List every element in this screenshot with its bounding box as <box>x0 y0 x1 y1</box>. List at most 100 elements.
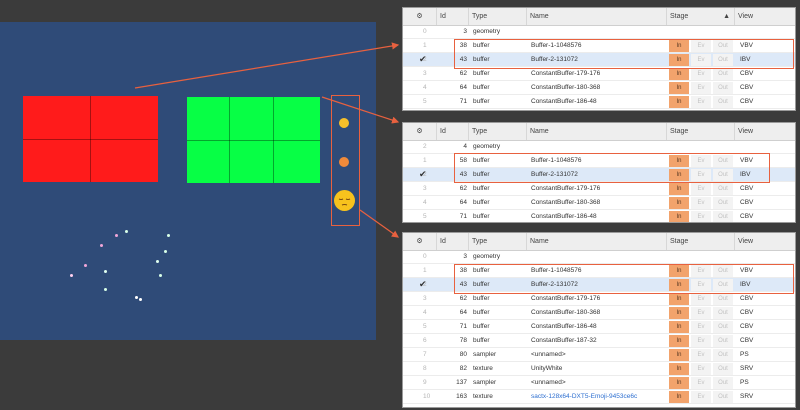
stage-ev-toggle[interactable]: Ev <box>691 391 711 403</box>
particle <box>115 234 118 237</box>
gear-icon[interactable]: ⚙ <box>403 8 437 25</box>
stage-out-toggle[interactable]: Out <box>713 349 733 361</box>
stage-out-toggle[interactable]: Out <box>713 377 733 389</box>
row-name <box>531 250 665 263</box>
table-row[interactable]: 3 62 buffer ConstantBuffer-179-176 In Ev Out CB… <box>403 292 795 306</box>
stage-in-toggle[interactable]: In <box>669 211 689 222</box>
row-index: 1 <box>423 157 427 164</box>
col-id[interactable]: Id <box>437 8 469 25</box>
stage-in-toggle[interactable]: In <box>669 377 689 389</box>
stage-in-toggle[interactable]: In <box>669 197 689 209</box>
table-row[interactable]: 3 62 buffer ConstantBuffer-179-176 In Ev Out CB… <box>403 182 795 196</box>
stage-ev-toggle[interactable]: Ev <box>691 183 711 195</box>
col-stage-label: Stage <box>670 13 689 20</box>
table-row[interactable]: 9 137 sampler <unnamed> In Ev Out PS <box>403 376 795 390</box>
row-index: 2 <box>423 143 427 150</box>
table-row[interactable]: 4 64 buffer ConstantBuffer-180-368 In Ev Out CB… <box>403 81 795 95</box>
stage-ev-toggle[interactable]: Ev <box>691 335 711 347</box>
stage-in-toggle[interactable]: In <box>669 335 689 347</box>
col-view[interactable]: View <box>735 123 795 140</box>
stage-out-toggle[interactable]: Out <box>713 183 733 195</box>
col-view[interactable]: View <box>735 233 795 250</box>
stage-out-toggle[interactable]: Out <box>713 197 733 209</box>
col-name[interactable]: Name <box>527 123 667 140</box>
row-name: sactx-128x64-DXT5-Emoji-9453ce6c <box>531 393 638 400</box>
col-name[interactable]: Name <box>527 233 667 250</box>
table-row[interactable]: 4 64 buffer ConstantBuffer-180-368 In Ev Out CB… <box>403 306 795 320</box>
stage-in-toggle[interactable]: In <box>669 293 689 305</box>
stage-ev-toggle[interactable]: Ev <box>691 211 711 222</box>
stage-out-toggle[interactable]: Out <box>713 96 733 108</box>
stage-ev-toggle[interactable]: Ev <box>691 293 711 305</box>
stage-ev-toggle[interactable]: Ev <box>691 349 711 361</box>
table-row[interactable]: 6 78 buffer ConstantBuffer-187-32 In Ev Out CBV <box>403 334 795 348</box>
row-id: 64 <box>459 199 467 206</box>
stage-in-toggle[interactable]: In <box>669 363 689 375</box>
stage-in-toggle[interactable]: In <box>669 307 689 319</box>
table-row[interactable]: 0 3 geometry <box>403 250 795 264</box>
col-id[interactable]: Id <box>437 123 469 140</box>
col-type[interactable]: Type <box>469 123 527 140</box>
stage-in-toggle[interactable]: In <box>669 321 689 333</box>
stage-in-toggle[interactable]: In <box>669 68 689 80</box>
game-viewport <box>0 22 376 340</box>
row-name: <unnamed> <box>531 351 566 358</box>
col-type[interactable]: Type <box>469 233 527 250</box>
stage-out-toggle[interactable]: Out <box>713 211 733 222</box>
stage-ev-toggle[interactable]: Ev <box>691 363 711 375</box>
row-index: 9 <box>423 379 427 386</box>
row-index: 4 <box>423 309 427 316</box>
col-stage[interactable]: Stage <box>667 233 735 250</box>
row-type: geometry <box>473 253 501 260</box>
stage-ev-toggle[interactable]: Ev <box>691 82 711 94</box>
stage-ev-toggle[interactable]: Ev <box>691 307 711 319</box>
table-row[interactable]: 5 71 buffer ConstantBuffer-186-48 In Ev Out CBV <box>403 210 795 222</box>
table-row[interactable]: 3 62 buffer ConstantBuffer-179-176 In Ev Out CB… <box>403 67 795 81</box>
stage-ev-toggle[interactable]: Ev <box>691 321 711 333</box>
red-mesh-seam-v <box>90 96 91 182</box>
table-row[interactable]: 2 4 geometry <box>403 140 795 154</box>
row-name: ConstantBuffer-187-32 <box>531 337 597 344</box>
table-row[interactable]: 5 71 buffer ConstantBuffer-186-48 In Ev Out CBV <box>403 320 795 334</box>
gear-icon[interactable]: ⚙ <box>403 123 437 140</box>
table-row[interactable]: 5 71 buffer ConstantBuffer-186-48 In Ev Out CBV <box>403 95 795 109</box>
table-row[interactable]: 8 82 texture UnityWhite In Ev Out SRV <box>403 362 795 376</box>
row-index: 5 <box>423 323 427 330</box>
stage-in-toggle[interactable]: In <box>669 391 689 403</box>
stage-ev-toggle[interactable]: Ev <box>691 197 711 209</box>
stage-out-toggle[interactable]: Out <box>713 307 733 319</box>
stage-in-toggle[interactable]: In <box>669 349 689 361</box>
stage-out-toggle[interactable]: Out <box>713 335 733 347</box>
gear-icon[interactable]: ⚙ <box>403 233 437 250</box>
stage-in-toggle[interactable]: In <box>669 82 689 94</box>
col-stage[interactable]: Stage ▲ <box>667 8 735 25</box>
table-row[interactable]: 10 163 texture sactx-128x64-DXT5-Emoji-9453… <box>403 390 795 404</box>
stage-out-toggle[interactable]: Out <box>713 321 733 333</box>
row-id: 137 <box>456 379 467 386</box>
table-header: ⚙ Id Type Name Stage ▲ View <box>403 8 795 26</box>
table-row[interactable]: 4 64 buffer ConstantBuffer-180-368 In Ev Out CB… <box>403 196 795 210</box>
stage-out-toggle[interactable]: Out <box>713 68 733 80</box>
col-name[interactable]: Name <box>527 8 667 25</box>
stage-in-toggle[interactable]: In <box>669 96 689 108</box>
checkmark-icon: ✔ <box>419 169 427 179</box>
table-row[interactable]: 0 3 geometry <box>403 25 795 39</box>
stage-out-toggle[interactable]: Out <box>713 391 733 403</box>
col-view[interactable]: View <box>735 8 795 25</box>
resource-panel-3: ⚙ Id Type Name Stage View 0 3 geometry 1 3 8 b… <box>402 232 796 408</box>
table-row[interactable]: 7 80 sampler <unnamed> In Ev Out PS <box>403 348 795 362</box>
stage-ev-toggle[interactable]: Ev <box>691 68 711 80</box>
col-type[interactable]: Type <box>469 8 527 25</box>
stage-out-toggle[interactable]: Out <box>713 82 733 94</box>
highlight-rect <box>454 264 794 294</box>
col-stage[interactable]: Stage <box>667 123 735 140</box>
stage-ev-toggle[interactable]: Ev <box>691 377 711 389</box>
col-id[interactable]: Id <box>437 233 469 250</box>
row-id: 80 <box>459 351 467 358</box>
stage-in-toggle[interactable]: In <box>669 183 689 195</box>
stage-ev-toggle[interactable]: Ev <box>691 96 711 108</box>
green-mesh-seam-v <box>229 97 230 183</box>
stage-out-toggle[interactable]: Out <box>713 363 733 375</box>
stage-out-toggle[interactable]: Out <box>713 293 733 305</box>
row-index: 7 <box>423 351 427 358</box>
